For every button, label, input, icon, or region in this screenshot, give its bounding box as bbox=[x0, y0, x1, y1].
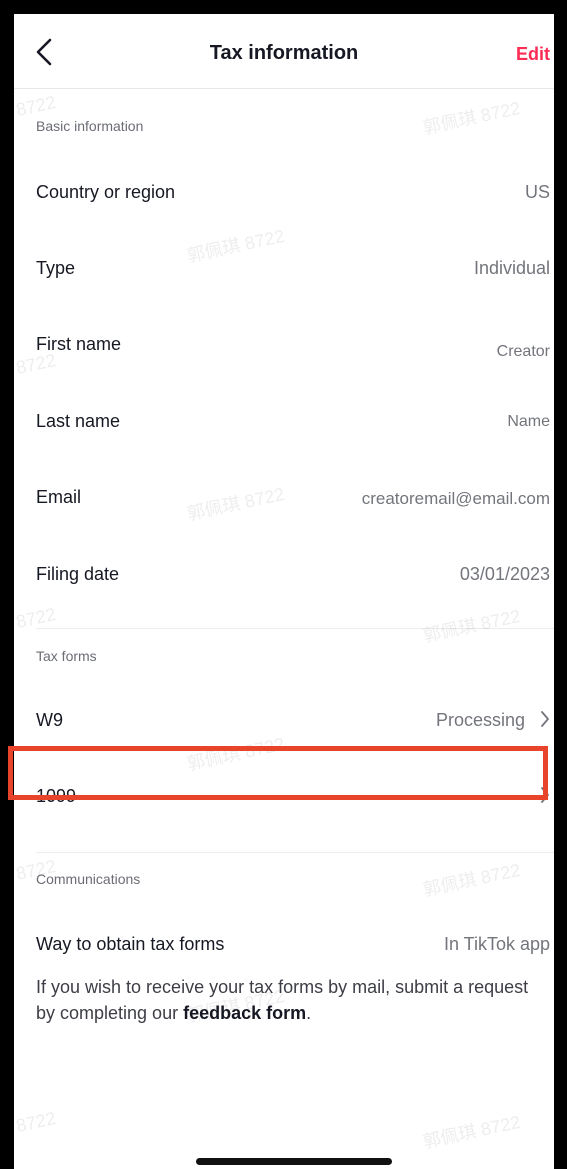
section-title-basic-information: Basic information bbox=[36, 118, 144, 134]
watermark: 8722 bbox=[14, 1108, 58, 1136]
row-value: Creator bbox=[496, 343, 550, 360]
row-type: Type Individual bbox=[14, 248, 554, 288]
watermark: 郭佩琪 8722 bbox=[421, 97, 523, 139]
section-title-communications: Communications bbox=[36, 871, 141, 887]
row-label: Email bbox=[36, 487, 82, 507]
edit-button[interactable]: Edit bbox=[516, 44, 550, 65]
row-value: In TikTok app bbox=[443, 934, 550, 954]
tax-information-screen: Tax information Edit Basic information C… bbox=[14, 14, 554, 1169]
chevron-right-icon bbox=[541, 711, 549, 727]
note-suffix: . bbox=[306, 1003, 312, 1023]
row-country-or-region: Country or region US bbox=[14, 172, 554, 212]
status-text: Processing bbox=[435, 710, 525, 730]
highlight-box-1099 bbox=[8, 746, 548, 800]
row-filing-date: Filing date 03/01/2023 bbox=[14, 554, 554, 594]
watermark: 8722 bbox=[14, 92, 58, 120]
watermark: 郭佩琪 8722 bbox=[421, 859, 523, 901]
row-value: 03/01/2023 bbox=[459, 564, 550, 584]
row-label: Filing date bbox=[36, 564, 120, 584]
watermark: 郭佩琪 8722 bbox=[421, 605, 523, 647]
row-label: W9 bbox=[36, 710, 63, 730]
row-label: Last name bbox=[36, 411, 121, 431]
row-label: Way to obtain tax forms bbox=[36, 934, 225, 954]
navigation-bar: Tax information Edit bbox=[14, 14, 554, 89]
row-value: Processing bbox=[436, 710, 550, 731]
watermark: 郭佩琪 8722 bbox=[421, 1111, 523, 1153]
row-value: creatoremail@email.com bbox=[361, 489, 550, 508]
feedback-form-link[interactable]: feedback form bbox=[183, 1003, 306, 1023]
row-email: Email creatoremail@email.com bbox=[14, 477, 554, 517]
row-last-name: Last name Name bbox=[14, 401, 554, 441]
row-value: US bbox=[524, 182, 550, 202]
section-divider bbox=[36, 628, 554, 629]
row-w9[interactable]: W9 Processing bbox=[14, 700, 554, 740]
mail-request-note: If you wish to receive your tax forms by… bbox=[36, 974, 536, 1026]
section-divider bbox=[36, 852, 554, 853]
row-way-to-obtain-tax-forms: Way to obtain tax forms In TikTok app bbox=[14, 924, 554, 964]
row-value: Individual bbox=[473, 258, 550, 278]
home-indicator[interactable] bbox=[196, 1158, 392, 1165]
row-first-name: First name Creator bbox=[14, 324, 554, 364]
row-label: Country or region bbox=[36, 182, 176, 202]
row-label: Type bbox=[36, 258, 76, 278]
section-title-tax-forms: Tax forms bbox=[36, 648, 97, 664]
row-label: First name bbox=[36, 334, 122, 354]
row-value: Name bbox=[507, 413, 550, 430]
page-title: Tax information bbox=[209, 42, 359, 64]
